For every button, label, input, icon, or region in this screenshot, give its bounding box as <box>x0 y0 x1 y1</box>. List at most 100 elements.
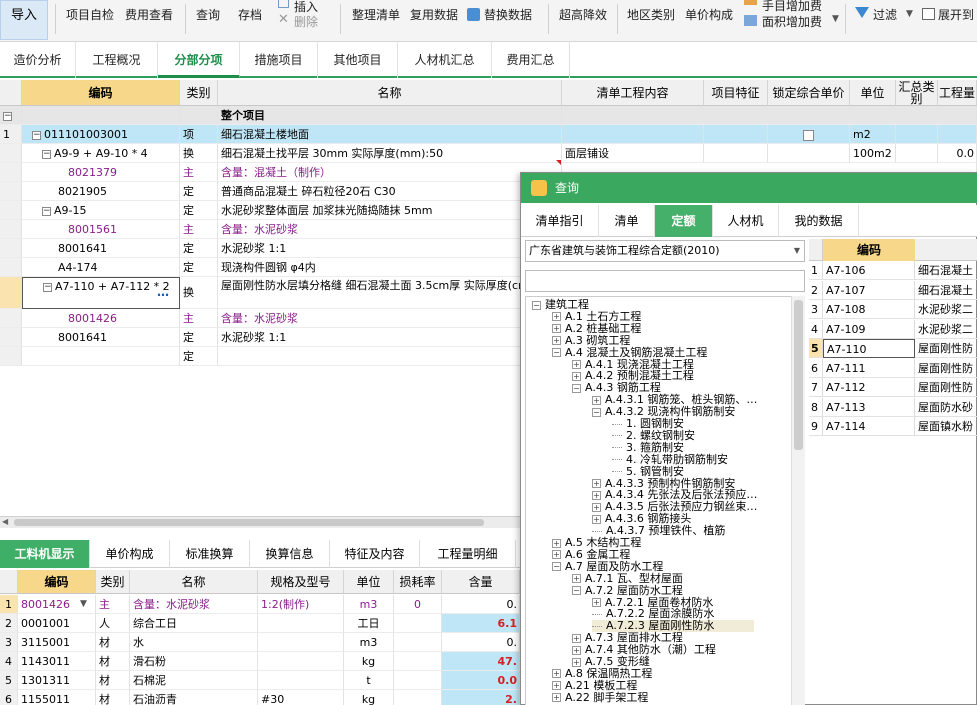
lower-header-amount[interactable]: 含量 <box>442 570 520 594</box>
expand-icon[interactable]: + <box>572 645 581 655</box>
scroll-left-icon[interactable]: ◀ <box>2 517 8 526</box>
tab-labor-material-display[interactable]: 工料机显示 <box>0 540 90 568</box>
quota-library-select[interactable]: 广东省建筑与装饰工程综合定额(2010) ▼ <box>525 240 805 262</box>
expand-icon[interactable]: + <box>592 502 601 512</box>
code-dropdown-icon[interactable]: ▼ <box>80 595 87 614</box>
expand-to-button[interactable]: 展开到 <box>938 0 974 30</box>
search-input[interactable] <box>525 270 805 292</box>
lower-header-loss[interactable]: 损耗率 <box>394 570 442 594</box>
lower-header-unit[interactable]: 单位 <box>344 570 394 594</box>
result-row[interactable]: 9 A7-114 屋面镇水粉 <box>809 417 977 436</box>
filter-button[interactable]: 过滤 <box>873 0 897 30</box>
collapse-icon[interactable]: − <box>43 282 52 292</box>
expand-icon[interactable]: + <box>552 538 561 548</box>
tab-list-guide[interactable]: 清单指引 <box>521 205 599 237</box>
expand-icon[interactable]: + <box>592 514 601 524</box>
tab-labor-material-summary[interactable]: 人材机汇总 <box>398 42 492 78</box>
lower-header-type[interactable]: 类别 <box>96 570 130 594</box>
tab-sub-items[interactable]: 分部分项 <box>158 42 240 78</box>
tab-list[interactable]: 清单 <box>599 205 655 237</box>
save-button[interactable]: 存档 <box>238 0 262 30</box>
tab-quota[interactable]: 定额 <box>655 205 713 237</box>
tab-measures[interactable]: 措施项目 <box>240 42 318 78</box>
tab-price-composition[interactable]: 单价构成 <box>90 540 170 568</box>
expand-icon[interactable]: + <box>552 693 561 703</box>
expand-icon[interactable]: + <box>592 598 601 607</box>
header-name[interactable]: 名称 <box>218 80 562 106</box>
result-row[interactable]: 1 A7-106 细石混凝土 <box>809 261 977 280</box>
result-row[interactable]: 6 A7-111 屋面刚性防 <box>809 358 977 378</box>
result-row[interactable]: 5 A7-110 屋面刚性防 <box>809 339 977 358</box>
expand-icon[interactable]: + <box>552 669 561 679</box>
unit-price-button[interactable]: 单价构成 <box>685 0 733 30</box>
header-content[interactable]: 清单工程内容 <box>562 80 704 106</box>
area-fee-dropdown-icon[interactable]: ▼ <box>832 14 839 24</box>
import-button[interactable]: 导入 <box>0 0 48 40</box>
tab-standard-conversion[interactable]: 标准换算 <box>170 540 250 568</box>
tab-labor-material[interactable]: 人材机 <box>713 205 779 237</box>
lower-header-code[interactable]: 编码 <box>18 570 96 594</box>
header-feature[interactable]: 项目特征 <box>704 80 768 106</box>
scroll-thumb[interactable] <box>14 519 484 526</box>
expand-icon[interactable]: + <box>592 479 601 488</box>
collapse-icon[interactable]: − <box>532 300 541 310</box>
collapse-icon[interactable]: − <box>552 348 561 358</box>
area-fee-button[interactable]: 面积增加费 <box>762 7 822 37</box>
self-check-button[interactable]: 项目自检 <box>66 0 114 30</box>
scroll-thumb[interactable] <box>794 300 803 450</box>
expand-icon[interactable]: + <box>552 336 561 346</box>
tab-features-content[interactable]: 特征及内容 <box>330 540 420 568</box>
tab-quantity-detail[interactable]: 工程量明细 <box>420 540 516 568</box>
result-row[interactable]: 8 A7-113 屋面防水砂 <box>809 397 977 417</box>
lower-table-row[interactable]: 5 1301311 材石棉泥 t 0.0 <box>0 671 520 690</box>
query-button[interactable]: 查询 <box>196 0 220 30</box>
expand-icon[interactable]: + <box>572 371 581 381</box>
result-row[interactable]: 3 A7-108 水泥砂浆二 <box>809 300 977 319</box>
expand-icon[interactable]: + <box>592 490 601 500</box>
header-summary-type[interactable]: 汇总类别 <box>896 80 938 106</box>
region-button[interactable]: 地区类别 <box>627 0 675 30</box>
result-row[interactable]: 7 A7-112 屋面刚性防 <box>809 378 977 397</box>
expand-icon[interactable]: + <box>572 657 581 667</box>
lower-header-spec[interactable]: 规格及型号 <box>258 570 344 594</box>
expand-icon[interactable]: + <box>552 324 561 334</box>
tab-other-items[interactable]: 其他项目 <box>318 42 398 78</box>
tree-scrollbar[interactable] <box>791 296 805 705</box>
expand-icon[interactable]: + <box>572 633 581 643</box>
header-code[interactable]: 编码 <box>22 80 180 106</box>
collapse-icon[interactable]: − <box>42 206 51 216</box>
lower-table-row[interactable]: 2 0001001 人综合工日 工日 6.1 <box>0 614 520 633</box>
lower-table-row[interactable]: 4 1143011 材滑石粉 kg 47. <box>0 652 520 671</box>
expand-icon[interactable]: + <box>552 312 561 322</box>
header-lock-price[interactable]: 锁定综合单价 <box>768 80 850 106</box>
delete-button[interactable]: 删除 <box>294 7 318 37</box>
header-unit[interactable]: 单位 <box>850 80 896 106</box>
table-row[interactable]: − A9-9 + A9-10 * 4 换 细石混凝土找平层 30mm 实际厚度(m… <box>0 144 977 163</box>
tab-my-data[interactable]: 我的数据 <box>779 205 859 237</box>
header-quantity[interactable]: 工程量 <box>938 80 977 106</box>
dialog-titlebar[interactable]: 查询 <box>521 173 977 203</box>
tab-fee-summary[interactable]: 费用汇总 <box>492 42 570 78</box>
results-header-code[interactable]: 编码 <box>823 239 915 261</box>
tab-cost-analysis[interactable]: 造价分析 <box>0 42 76 78</box>
collapse-icon[interactable]: − <box>552 562 561 572</box>
expand-icon[interactable]: + <box>592 395 601 405</box>
collapse-icon[interactable]: − <box>572 586 581 596</box>
lower-table-row[interactable]: 3 3115001 材水 m3 0. <box>0 633 520 652</box>
fee-view-button[interactable]: 费用查看 <box>125 0 173 30</box>
horizontal-scrollbar[interactable]: ◀ <box>0 516 520 528</box>
lower-header-name[interactable]: 名称 <box>130 570 258 594</box>
tab-conversion-info[interactable]: 换算信息 <box>250 540 330 568</box>
replace-data-button[interactable]: 替换数据 <box>484 0 532 30</box>
collapse-icon[interactable]: − <box>32 130 41 140</box>
table-row[interactable]: 1 −011101003001 项 细石混凝土楼地面 m2 <box>0 125 977 144</box>
collapse-icon[interactable]: − <box>592 407 601 417</box>
tree-node[interactable]: + A.22 脚手架工程 <box>552 691 648 704</box>
result-row[interactable]: 2 A7-107 细石混凝土 <box>809 280 977 300</box>
collapse-icon[interactable]: − <box>3 111 12 121</box>
collapse-icon[interactable]: − <box>42 149 51 159</box>
lock-price-checkbox[interactable] <box>803 129 814 141</box>
lower-table-row[interactable]: 6 1155011 材石油沥青 #30 kg 2. <box>0 690 520 705</box>
table-row[interactable]: − 整个项目 <box>0 106 977 125</box>
expand-icon[interactable]: + <box>572 574 581 584</box>
